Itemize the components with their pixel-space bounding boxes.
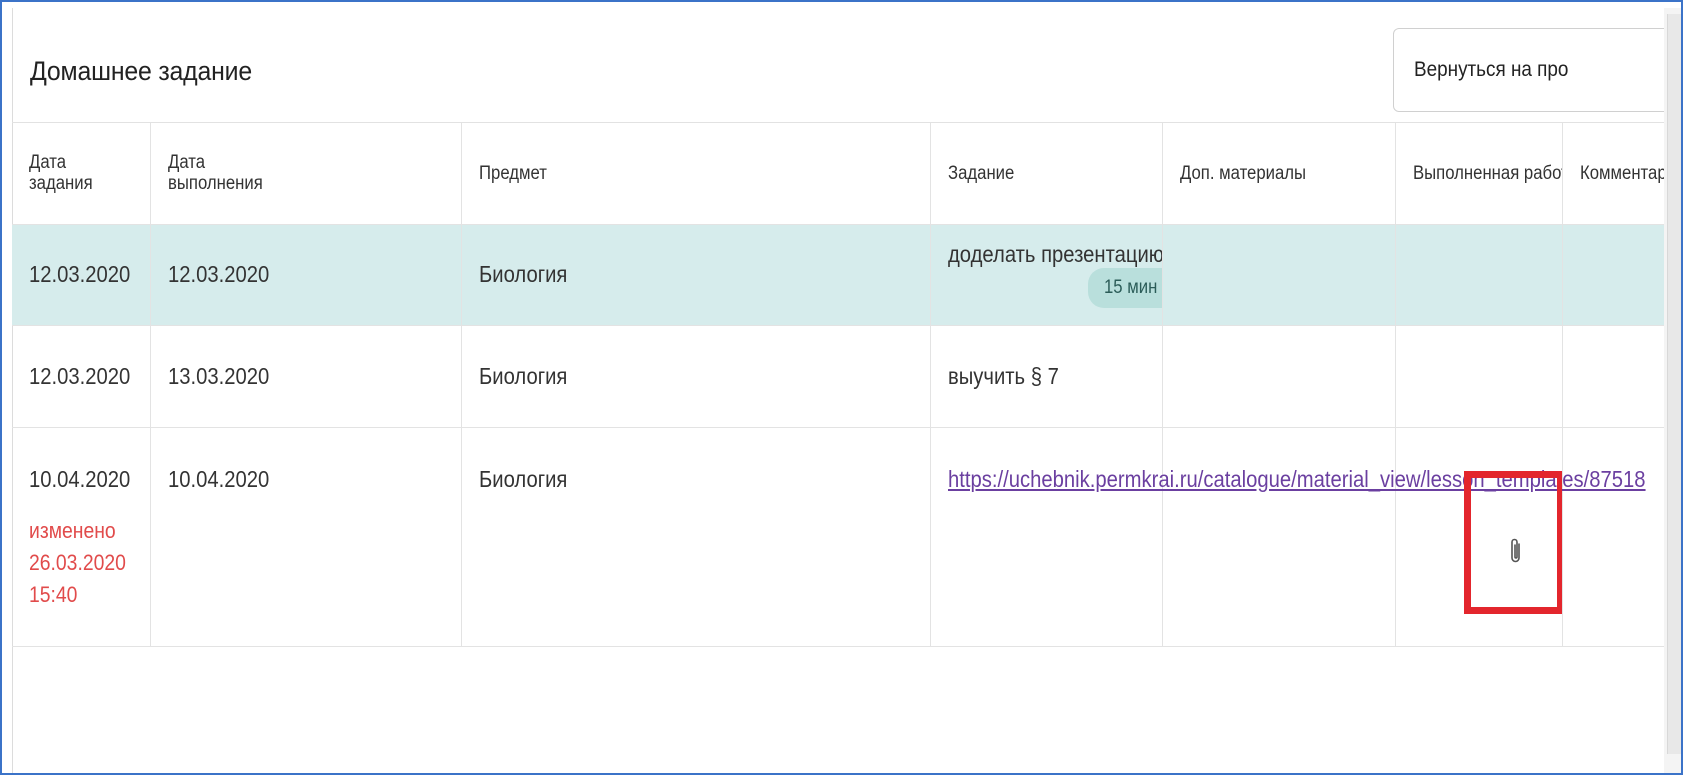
cell-completed-work bbox=[1395, 224, 1563, 326]
cell-subject: Биология bbox=[461, 224, 931, 326]
column-header-subject[interactable]: Предмет bbox=[461, 123, 931, 225]
column-header-date-assigned[interactable]: Дата задания bbox=[12, 123, 151, 225]
cell-completed-work bbox=[1395, 427, 1563, 647]
homework-panel: Домашнее задание Вернуться на про Дата за… bbox=[12, 8, 1681, 773]
screenshot-frame: Домашнее задание Вернуться на про Дата за… bbox=[0, 0, 1683, 775]
cell-extra-materials bbox=[1162, 427, 1396, 647]
cell-extra-materials bbox=[1162, 325, 1396, 428]
column-header-date-due[interactable]: Дата выполнения bbox=[150, 123, 462, 225]
cell-date-due: 10.04.2020 bbox=[150, 427, 462, 647]
table-header-row: Дата задания Дата выполнения Предмет Задан… bbox=[12, 123, 1681, 225]
highlight-annotation-box bbox=[1463, 470, 1561, 614]
column-header-completed-work[interactable]: Выполненная работа bbox=[1395, 123, 1563, 225]
cell-date-assigned: 12.03.2020 bbox=[12, 325, 151, 428]
scrollbar-thumb[interactable] bbox=[1667, 14, 1681, 754]
paperclip-icon[interactable] bbox=[1509, 536, 1523, 566]
cell-completed-work bbox=[1395, 325, 1563, 428]
vertical-scrollbar[interactable] bbox=[1664, 8, 1681, 773]
column-header-extra-materials[interactable]: Доп. материалы bbox=[1162, 123, 1396, 225]
page-title: Домашнее задание bbox=[30, 56, 252, 86]
cell-date-due: 12.03.2020 bbox=[150, 224, 462, 326]
column-header-task[interactable]: Задание bbox=[930, 123, 1163, 225]
cell-date-due: 13.03.2020 bbox=[150, 325, 462, 428]
cell-task: https://uchebnik.permkrai.ru/catalogue/m… bbox=[930, 427, 1645, 647]
cell-subject: Биология bbox=[461, 427, 931, 647]
cell-date-assigned: 12.03.2020 bbox=[12, 224, 151, 326]
table-row[interactable]: 10.04.2020 изменено 26.03.2020 15:40 10.… bbox=[12, 427, 1681, 647]
cell-extra-materials bbox=[1162, 224, 1396, 326]
back-button-label: Вернуться на про bbox=[1414, 58, 1569, 81]
cell-task: доделать презентацию,15 мин bbox=[930, 224, 1163, 326]
table-row[interactable]: 12.03.2020 13.03.2020 Биология выучить §… bbox=[12, 325, 1681, 428]
cell-task: выучить § 7 bbox=[930, 325, 1163, 428]
cell-subject: Биология bbox=[461, 325, 931, 428]
duration-badge: 15 мин bbox=[1087, 268, 1161, 308]
table-row[interactable]: 12.03.2020 12.03.2020 Биология доделать … bbox=[12, 224, 1681, 326]
panel-header: Домашнее задание Вернуться на про bbox=[12, 8, 1681, 123]
homework-table: Дата задания Дата выполнения Предмет Задан… bbox=[12, 123, 1681, 647]
cell-date-assigned: 10.04.2020 изменено 26.03.2020 15:40 bbox=[12, 427, 151, 647]
changed-note: изменено 26.03.2020 15:40 bbox=[29, 517, 126, 607]
back-button[interactable]: Вернуться на про bbox=[1393, 28, 1681, 112]
